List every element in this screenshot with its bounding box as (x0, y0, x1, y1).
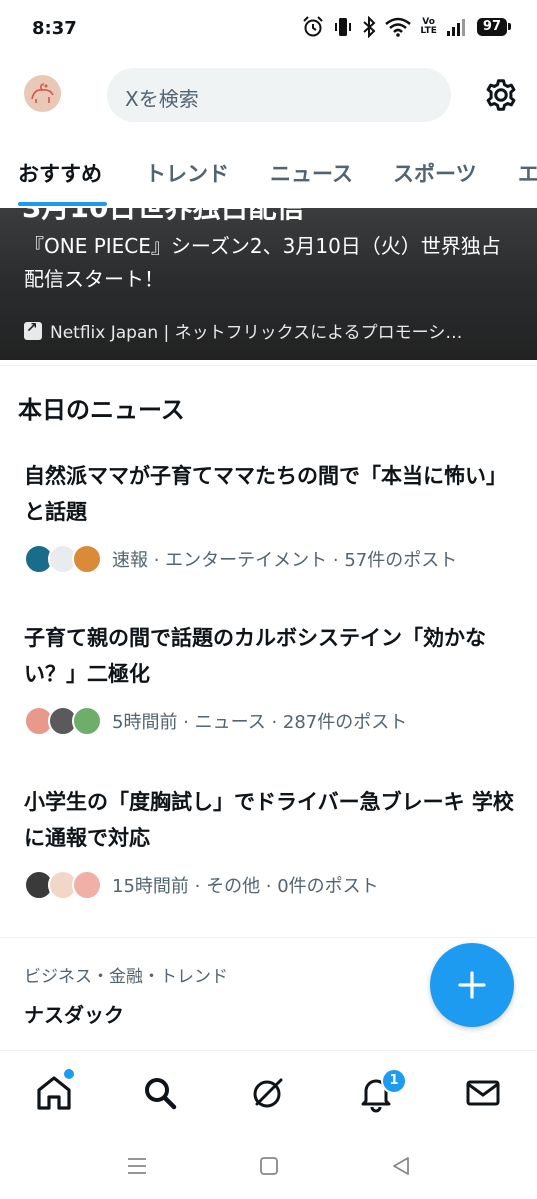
news-meta: 速報 · エンターテイメント · 57件のポスト (24, 544, 514, 574)
recent-apps-icon[interactable] (126, 1156, 148, 1176)
notifications-badge: 1 (381, 1068, 407, 1094)
news-item[interactable]: 子育て親の間で話題のカルボシステイン「効かない？」二極化 5時間前 · ニュース… (24, 620, 514, 736)
news-item[interactable]: 小学生の「度胸試し」でドライバー急ブレーキ 学校に通報で対応 15時間前 · そ… (24, 784, 514, 900)
home-unread-dot (62, 1067, 76, 1081)
system-navigation-bar (0, 1134, 537, 1199)
news-title: 小学生の「度胸試し」でドライバー急ブレーキ 学校に通報で対応 (24, 790, 514, 850)
avatar (72, 544, 102, 574)
hero-promo-card[interactable]: 3月10日世界独占配信 『ONE PIECE』シーズン2、3月10日（火）世界独… (0, 208, 537, 360)
wifi-icon (385, 17, 412, 37)
hero-title-cut: 3月10日世界独占配信 (22, 208, 304, 226)
news-meta-text: 5時間前 · ニュース · 287件のポスト (112, 712, 408, 733)
avatar-stack (24, 706, 102, 736)
plus-icon (458, 971, 486, 999)
volte-indicator: Vo LTE (420, 17, 437, 36)
compose-post-button[interactable] (430, 943, 514, 1027)
news-meta-text: 速報 · エンターテイメント · 57件のポスト (112, 550, 458, 571)
external-link-icon (24, 320, 42, 340)
active-tab-indicator (18, 202, 107, 206)
home-button-icon[interactable] (259, 1156, 279, 1176)
trend-name: ナスダック (24, 1003, 124, 1027)
top-header: Xを検索 (0, 62, 537, 132)
battery-indicator: 97 (476, 18, 512, 36)
avatar-drawing (31, 83, 54, 103)
back-icon[interactable] (391, 1156, 411, 1176)
tab-trending[interactable]: トレンド (145, 158, 229, 188)
avatar-stack (24, 544, 102, 574)
status-bar: 8:37 Vo LTE 97 (0, 0, 537, 62)
divider (0, 937, 537, 938)
status-icons: Vo LTE 97 (302, 16, 512, 38)
tab-sports[interactable]: スポーツ (393, 158, 477, 188)
mail-icon[interactable] (463, 1073, 503, 1113)
hero-source: Netflix Japan | ネットフリックスによるプロモーシ… (24, 318, 514, 343)
bluetooth-icon (363, 16, 376, 38)
gear-icon[interactable] (483, 77, 519, 113)
search-icon[interactable] (140, 1073, 180, 1113)
profile-avatar[interactable] (24, 75, 61, 112)
trend-item[interactable]: ビジネス・金融・トレンド ナスダック (24, 962, 228, 1028)
divider (0, 365, 537, 366)
tab-recommended[interactable]: おすすめ (18, 158, 102, 188)
section-title: 本日のニュース (18, 396, 185, 424)
news-title: 子育て親の間で話題のカルボシステイン「効かない？」二極化 (24, 626, 486, 686)
tab-entertainment[interactable]: エ (518, 158, 537, 188)
avatar (72, 870, 102, 900)
signal-icon (446, 19, 465, 36)
status-time: 8:37 (32, 18, 77, 39)
grok-icon[interactable] (248, 1073, 288, 1113)
news-meta: 5時間前 · ニュース · 287件のポスト (24, 706, 514, 736)
avatar-stack (24, 870, 102, 900)
news-meta-text: 15時間前 · その他 · 0件のポスト (112, 876, 379, 897)
avatar (72, 706, 102, 736)
news-item[interactable]: 自然派ママが子育てママたちの間で「本当に怖い」と話題 速報 · エンターテイメン… (24, 458, 514, 574)
hero-description: 『ONE PIECE』シーズン2、3月10日（火）世界独占配信スタート！ (24, 234, 501, 291)
search-input[interactable]: Xを検索 (107, 68, 451, 122)
vibrate-icon (335, 18, 352, 36)
trend-context: ビジネス・金融・トレンド (24, 967, 228, 987)
tab-news[interactable]: ニュース (270, 158, 353, 188)
alarm-icon (303, 16, 324, 37)
news-meta: 15時間前 · その他 · 0件のポスト (24, 870, 514, 900)
explore-tabs: おすすめ トレンド ニュース スポーツ エ (0, 140, 537, 208)
bottom-navigation (0, 1050, 537, 1135)
search-placeholder: Xを検索 (125, 87, 199, 111)
news-title: 自然派ママが子育てママたちの間で「本当に怖い」と話題 (24, 464, 507, 524)
hero-source-text: Netflix Japan | ネットフリックスによるプロモーシ… (50, 323, 463, 343)
